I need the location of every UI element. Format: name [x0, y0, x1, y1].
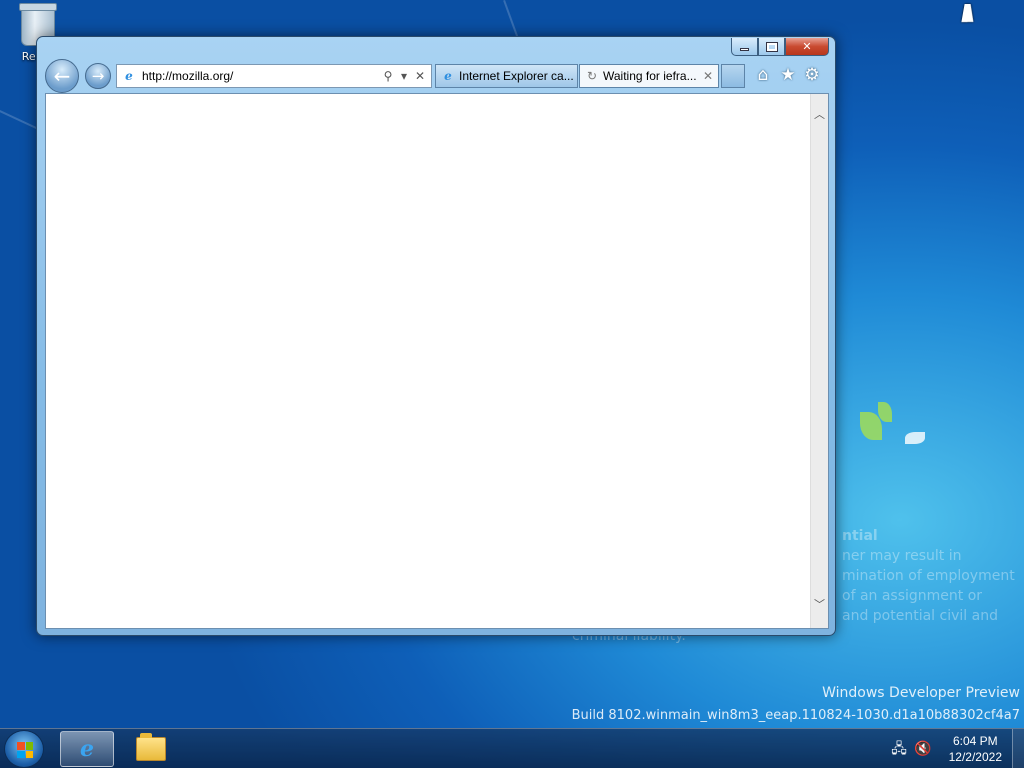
- taskbar-internet-explorer[interactable]: e: [60, 731, 114, 767]
- tab-label: Waiting for iefra...: [603, 69, 697, 83]
- taskbar-windows-explorer[interactable]: [124, 731, 178, 767]
- vertical-scrollbar[interactable]: ︿ ﹀: [810, 94, 828, 628]
- new-tab-button[interactable]: [721, 64, 745, 88]
- arrow-left-icon: ←: [53, 64, 71, 88]
- clock-time: 6:04 PM: [952, 734, 998, 748]
- tab-waiting[interactable]: ↻ Waiting for iefra... ✕: [579, 64, 719, 88]
- folder-icon: [136, 733, 166, 761]
- ie-icon: e: [125, 69, 133, 83]
- loading-spinner-icon: ↻: [586, 69, 598, 83]
- arrow-right-icon: →: [91, 67, 105, 85]
- scroll-up-icon[interactable]: ︿: [811, 106, 828, 124]
- tab-label: Internet Explorer ca...: [459, 69, 573, 83]
- home-icon[interactable]: ⌂: [752, 64, 774, 86]
- maximize-icon: [765, 41, 778, 52]
- clock[interactable]: 6:04 PM 12/2/2022: [949, 733, 1002, 765]
- mouse-cursor-icon: [961, 4, 977, 22]
- clock-date: 12/2/2022: [948, 750, 1002, 764]
- minimize-button[interactable]: [731, 38, 758, 56]
- caption-buttons: ✕: [731, 38, 829, 56]
- background-notice-text: ntial ner may result in mination of empl…: [842, 526, 1015, 626]
- minimize-icon: [740, 48, 749, 51]
- watermark-product: Windows Developer Preview: [822, 685, 1020, 701]
- search-icon[interactable]: ⚲: [380, 69, 396, 83]
- back-button[interactable]: ←: [45, 59, 79, 93]
- background-notice-line: mination of employment: [842, 568, 1015, 584]
- maximize-button[interactable]: [758, 38, 785, 56]
- scroll-down-icon[interactable]: ﹀: [811, 596, 828, 614]
- windows-logo-icon: [17, 742, 33, 758]
- address-bar[interactable]: e http://mozilla.org/ ⚲ ▾ ✕: [116, 64, 432, 88]
- leaf-decoration: [878, 402, 892, 422]
- ie-browser-window[interactable]: ✕ ← → e http://mozilla.org/ ⚲ ▾ ✕ e Inte…: [36, 36, 836, 636]
- start-button[interactable]: [4, 730, 44, 768]
- show-desktop-button[interactable]: [1012, 729, 1024, 768]
- volume-muted-icon[interactable]: 🔇: [914, 740, 932, 758]
- ie-icon: e: [80, 736, 94, 762]
- taskbar: e 🖧 🔇 6:04 PM 12/2/2022: [0, 728, 1024, 768]
- tab-internet-explorer[interactable]: e Internet Explorer ca...: [435, 64, 578, 88]
- background-notice-line: ner may result in: [842, 548, 962, 564]
- forward-button[interactable]: →: [85, 63, 111, 89]
- chevron-down-icon[interactable]: ▾: [396, 69, 412, 83]
- background-notice-line: ntial: [842, 528, 878, 544]
- close-icon: ✕: [802, 40, 812, 53]
- tab-close-icon[interactable]: ✕: [702, 69, 714, 83]
- background-notice-line: of an assignment or: [842, 588, 983, 604]
- ie-icon: e: [444, 69, 452, 83]
- page-content[interactable]: ︿ ﹀: [45, 93, 829, 629]
- network-disconnected-icon[interactable]: 🖧: [890, 740, 908, 758]
- watermark-build: Build 8102.winmain_win8m3_eeap.110824-10…: [571, 708, 1020, 723]
- stop-icon[interactable]: ✕: [412, 69, 428, 83]
- close-button[interactable]: ✕: [785, 38, 829, 56]
- background-notice-line: and potential civil and: [842, 608, 998, 624]
- address-url[interactable]: http://mozilla.org/: [142, 69, 380, 83]
- desktop-light-ray: [503, 0, 519, 39]
- bird-decoration: [905, 432, 925, 444]
- favorites-star-icon[interactable]: ★: [777, 64, 799, 86]
- settings-gear-icon[interactable]: ⚙: [801, 64, 823, 86]
